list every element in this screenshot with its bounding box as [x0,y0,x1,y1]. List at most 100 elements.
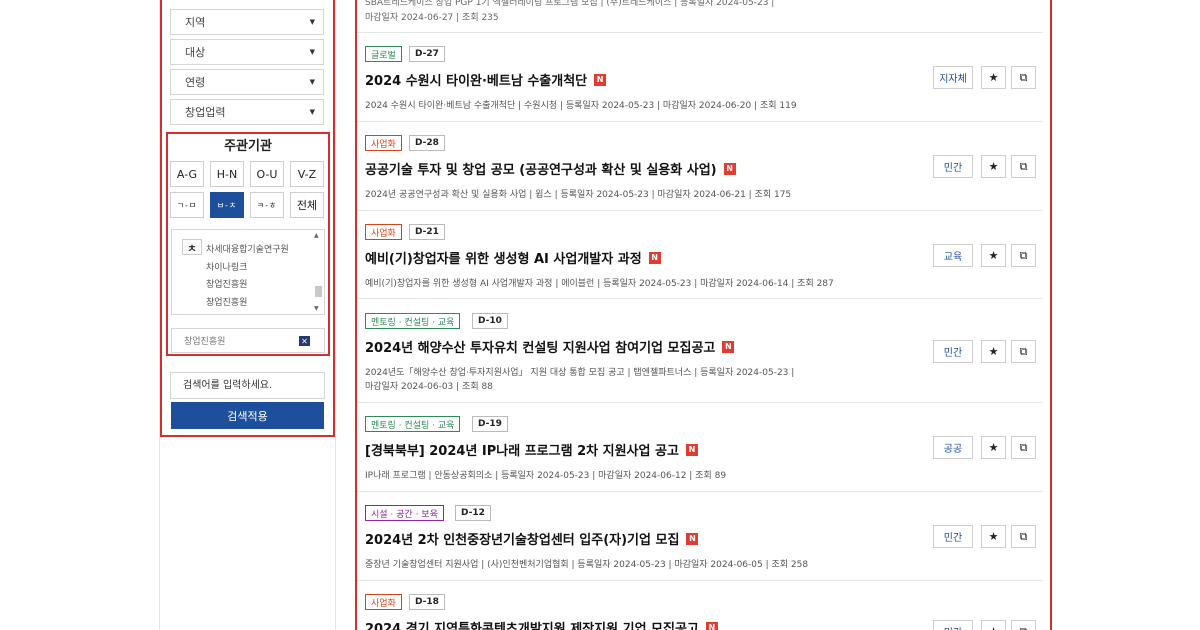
list-item-meta: 마감일자 2024-06-03 | 조회 88 [365,382,493,392]
divider [357,402,1043,403]
apply-search-button[interactable]: 검색적용 [171,402,324,429]
copy-icon[interactable]: ⧉ [1011,155,1036,178]
list-item[interactable]: 사업화 D-28 공공기술 투자 및 창업 공모 (공공연구성과 확산 및 실용… [365,135,1045,205]
copy-icon[interactable]: ⧉ [1011,340,1036,363]
close-icon[interactable]: ✕ [299,336,310,346]
star-icon[interactable]: ★ [981,155,1006,178]
list-item-title-row[interactable]: 2024 수원시 타이완·베트남 수출개척단 N [365,70,607,89]
list-item-title-row[interactable]: 예비(기)창업자를 위한 생성형 AI 사업개발자 과정 N [365,248,661,267]
star-icon[interactable]: ★ [981,66,1006,89]
region-select-label: 지역 [185,16,206,29]
region-select[interactable]: 지역 ▼ [170,9,324,35]
list-item-title-row[interactable]: [경북북부] 2024년 IP나래 프로그램 2차 지원사업 공고 N [365,440,698,459]
dday-badge: D-28 [409,135,445,151]
list-item[interactable]: 멘토링 · 컨설팅 · 교육 D-10 2024년 해양수산 투자유치 컨설팅 … [365,313,1045,397]
selected-org-label: 창업진흥원 [184,337,226,347]
copy-icon[interactable]: ⧉ [1011,244,1036,267]
chevron-down-icon: ▼ [309,18,315,26]
org-range-button-bieup-chieut[interactable]: ㅂ-ㅊ [210,192,244,218]
list-item[interactable]: 멘토링 · 컨설팅 · 교육 D-19 [경북북부] 2024년 IP나래 프로… [365,416,1045,486]
list-item-title[interactable]: 공공기술 투자 및 창업 공모 (공공연구성과 확산 및 실용화 사업) [365,159,717,178]
age-select-label: 연령 [185,76,206,89]
list-item-title[interactable]: 2024 수원시 타이완·베트남 수출개척단 [365,70,587,89]
list-item-meta: 중장년 기술창업센터 지원사업 | (사)인천벤처기업협회 | 등록일자 202… [365,560,809,570]
list-item-title[interactable]: 2024년 해양수산 투자유치 컨설팅 지원사업 참여기업 모집공고 [365,337,715,356]
org-range-button-a-g[interactable]: A-G [170,161,204,187]
org-list-scrollbar[interactable]: ▲ ▼ [314,232,322,312]
list-item-title[interactable]: [경북북부] 2024년 IP나래 프로그램 2차 지원사업 공고 [365,440,679,459]
career-select[interactable]: 창업업력 ▼ [170,99,324,125]
divider [357,32,1043,33]
career-select-label: 창업업력 [185,106,226,119]
scroll-thumb[interactable] [315,286,322,297]
org-range-button-v-z[interactable]: V-Z [290,161,324,187]
dday-badge: D-21 [409,224,445,240]
org-list-initial: ㅊ [182,239,202,255]
copy-icon[interactable]: ⧉ [1011,525,1036,548]
star-icon[interactable]: ★ [981,244,1006,267]
category-button[interactable]: 지자체 [933,66,973,89]
category-button[interactable]: 민간 [933,620,973,630]
chevron-down-icon: ▼ [309,48,315,56]
list-item-title[interactable]: 2024년 2차 인천중장년기술창업센터 입주(자)기업 모집 [365,529,679,548]
org-list-item[interactable]: 창업진흥원 [206,277,247,290]
org-list[interactable]: ㅊ 차세대융합기술연구원 차이나링크 창업진흥원 창업진흥원 ▲ ▼ [171,229,325,315]
target-select[interactable]: 대상 ▼ [170,39,324,65]
list-item-meta: SBA트레드케이스 창업 PGP 1기 엑셀러레이팅 프로그램 모집 | (주)… [365,0,775,8]
new-badge: N [594,73,607,86]
category-button[interactable]: 민간 [933,155,973,178]
category-tag: 사업화 [365,224,402,240]
category-button[interactable]: 교육 [933,244,973,267]
copy-icon[interactable]: ⧉ [1011,436,1036,459]
divider [357,491,1043,492]
category-button[interactable]: 민간 [933,525,973,548]
list-item-meta: 2024년 공공연구성과 확산 및 실용화 사업 | 윕스 | 등록일자 202… [365,190,792,200]
category-tag: 사업화 [365,594,402,610]
category-button[interactable]: 공공 [933,436,973,459]
list-item[interactable]: 사업화 D-18 2024 경기 지역특화콘텐츠개발지원 제작지원 기업 모집공… [365,594,1045,630]
age-select[interactable]: 연령 ▼ [170,69,324,95]
dday-badge: D-10 [472,313,508,329]
selected-org-chip: 창업진흥원 ✕ [171,328,325,353]
org-range-button-giyeok-mieum[interactable]: ㄱ-ㅁ [170,192,204,218]
list-item-title-row[interactable]: 2024 경기 지역특화콘텐츠개발지원 제작지원 기업 모집공고 N [365,618,718,630]
new-badge: N [723,162,736,175]
org-range-button-kieuk-hieuh[interactable]: ㅋ-ㅎ [250,192,284,218]
org-range-button-h-n[interactable]: H-N [210,161,244,187]
scroll-down-icon[interactable]: ▼ [314,305,319,312]
star-icon[interactable]: ★ [981,620,1006,630]
org-list-item[interactable]: 차이나링크 [206,260,247,273]
dday-badge: D-27 [409,46,445,62]
org-range-button-all[interactable]: 전체 [290,192,324,218]
chevron-down-icon: ▼ [309,78,315,86]
search-input[interactable] [170,372,325,399]
dday-badge: D-12 [455,505,491,521]
star-icon[interactable]: ★ [981,340,1006,363]
star-icon[interactable]: ★ [981,436,1006,459]
star-icon[interactable]: ★ [981,525,1006,548]
org-range-button-o-u[interactable]: O-U [250,161,284,187]
list-item-title-row[interactable]: 2024년 해양수산 투자유치 컨설팅 지원사업 참여기업 모집공고 N [365,337,735,356]
divider [357,580,1043,581]
list-item-title-row[interactable]: 공공기술 투자 및 창업 공모 (공공연구성과 확산 및 실용화 사업) N [365,159,736,178]
list-item[interactable]: 사업화 D-21 예비(기)창업자를 위한 생성형 AI 사업개발자 과정 N … [365,224,1045,294]
list-item-meta: IP나래 프로그램 | 안동상공회의소 | 등록일자 2024-05-23 | … [365,471,727,481]
list-item[interactable]: 글로벌 D-27 2024 수원시 타이완·베트남 수출개척단 N 2024 수… [365,46,1045,116]
category-tag: 사업화 [365,135,402,151]
list-item-title[interactable]: 예비(기)창업자를 위한 생성형 AI 사업개발자 과정 [365,248,642,267]
category-tag: 시설 · 공간 · 보육 [365,505,444,521]
category-button[interactable]: 민간 [933,340,973,363]
list-item-meta: 2024년도「해양수산 창업·투자지원사업」 지원 대상 통합 모집 공고 | … [365,368,795,378]
org-list-item[interactable]: 차세대융합기술연구원 [206,242,289,255]
org-list-item[interactable]: 창업진흥원 [206,295,247,308]
new-badge: N [685,443,698,456]
list-item-title-row[interactable]: 2024년 2차 인천중장년기술창업센터 입주(자)기업 모집 N [365,529,699,548]
list-item[interactable]: 시설 · 공간 · 보육 D-12 2024년 2차 인천중장년기술창업센터 입… [365,505,1045,575]
category-tag: 글로벌 [365,46,402,62]
list-item-title[interactable]: 2024 경기 지역특화콘텐츠개발지원 제작지원 기업 모집공고 [365,618,699,630]
copy-icon[interactable]: ⧉ [1011,66,1036,89]
org-filter-title: 주관기관 [224,139,272,154]
scroll-up-icon[interactable]: ▲ [314,232,319,239]
divider [357,121,1043,122]
copy-icon[interactable]: ⧉ [1011,620,1036,630]
